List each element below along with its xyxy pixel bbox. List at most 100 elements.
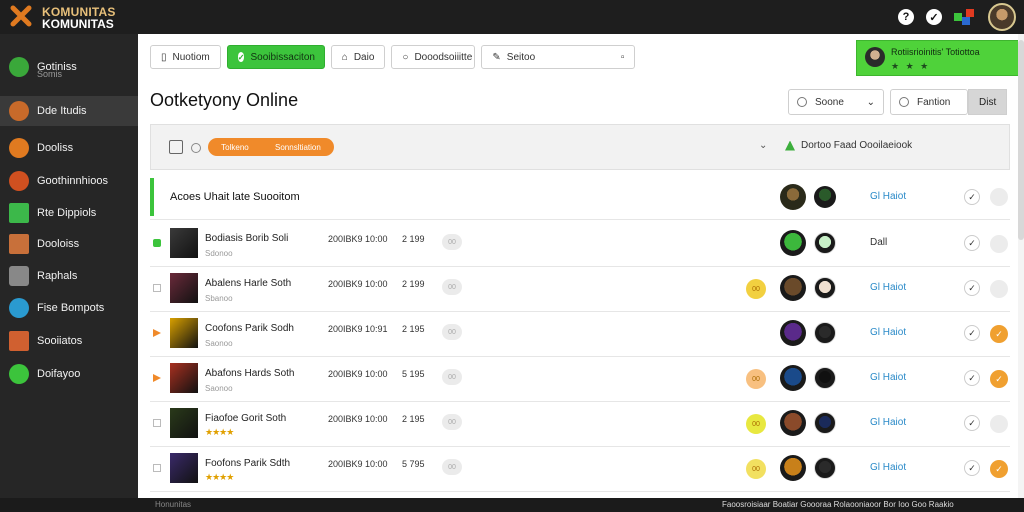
row-link[interactable]: Dall (870, 237, 887, 248)
scroll-thumb[interactable] (1018, 40, 1024, 240)
avatar[interactable] (814, 232, 836, 254)
check-icon[interactable]: ✓ (964, 189, 980, 205)
top-bar: KOMUNITAS KOMUNITAS ? ✓ (0, 0, 1024, 34)
row-tag[interactable]: 00 (442, 459, 462, 475)
sidebar-item-2[interactable]: Dooliss (0, 133, 138, 163)
check-icon[interactable]: ✓ (964, 235, 980, 251)
sidebar-item-5[interactable]: Dooloiss (0, 229, 138, 259)
header-link[interactable]: Gl Haiot (870, 191, 906, 202)
tab-label: Dooodsoiiitte (414, 51, 473, 63)
action-icon[interactable] (990, 415, 1008, 433)
more-icon[interactable] (990, 188, 1008, 206)
row-link[interactable]: Gl Haiot (870, 417, 906, 428)
sidebar-item-label: Dooloiss (37, 238, 80, 250)
sort-select[interactable]: Soone ⌄ (788, 89, 884, 115)
avatar[interactable] (814, 277, 836, 299)
avatar[interactable] (814, 322, 836, 344)
tab-1[interactable]: ✓ Sooibissaciton (226, 45, 325, 69)
avatar[interactable] (814, 457, 836, 479)
chevron-down-icon: ⌄ (866, 96, 875, 108)
avatar[interactable] (780, 275, 806, 301)
book-icon: ▯ (161, 51, 167, 63)
tab-0[interactable]: ▯ Nuotiom (150, 45, 221, 69)
table-row[interactable]: Fiaofoe Gorit Soth ★★★★ 200IBK9 10:00 2 195… (150, 402, 1010, 447)
avatar[interactable] (780, 230, 806, 256)
main-content: ▯ Nuotiom ✓ Sooibissaciton ⌂ Daio ○ Dooo… (138, 34, 1024, 498)
flag-icon[interactable] (954, 9, 976, 25)
row-name[interactable]: Foofons Parik Sdth (205, 458, 290, 469)
row-tag[interactable]: 00 (442, 234, 462, 250)
row-name[interactable]: Abafons Hards Soth (205, 368, 295, 379)
sidebar-item-6[interactable]: Raphals (0, 261, 138, 291)
question-icon[interactable]: ? (898, 9, 914, 25)
sort-label: Dortoo Faad Oooilaeiook (801, 140, 913, 151)
footer-links[interactable]: Faoosroisiaar Boatiar Goooraa Rolaooniao… (722, 500, 954, 509)
avatar[interactable] (780, 455, 806, 481)
image-icon (9, 331, 29, 351)
check-icon[interactable]: ✓ (964, 370, 980, 386)
notification-banner[interactable]: Rotiisrioinitis' Totiottoa ★ ★ ★ (856, 40, 1024, 76)
sidebar-item-label: Sooiiatos (37, 335, 83, 347)
row-name[interactable]: Coofons Parik Sodh (205, 323, 294, 334)
action-icon[interactable] (990, 280, 1008, 298)
avatar[interactable] (780, 365, 806, 391)
check-icon[interactable]: ✓ (964, 280, 980, 296)
filter-checkbox[interactable] (169, 140, 183, 154)
sidebar-item-0[interactable]: Gotiniss (0, 50, 138, 84)
avatar[interactable] (780, 410, 806, 436)
row-tag[interactable]: 00 (442, 279, 462, 295)
avatar[interactable] (814, 367, 836, 389)
sidebar-item-3[interactable]: Goothinnhioos (0, 166, 138, 196)
check-icon[interactable]: ✓ (964, 415, 980, 431)
action-icon[interactable]: ✓ (990, 325, 1008, 343)
action-icon[interactable]: ✓ (990, 460, 1008, 478)
row-link[interactable]: Gl Haiot (870, 462, 906, 473)
check-icon[interactable]: ✓ (964, 460, 980, 476)
row-date: 200IBK9 10:91 (328, 324, 388, 334)
tab-2[interactable]: ⌂ Daio (330, 45, 386, 69)
row-tag[interactable]: 00 (442, 414, 462, 430)
search-button[interactable]: Dist (968, 89, 1008, 115)
action-icon[interactable]: ✓ (990, 370, 1008, 388)
tab-4[interactable]: ✎ Seitoo ▫ (481, 45, 636, 69)
check-icon[interactable]: ✓ (964, 325, 980, 341)
row-link[interactable]: Gl Haiot (870, 372, 906, 383)
checkbox[interactable] (153, 464, 161, 472)
help-icon[interactable]: ✓ (926, 9, 942, 25)
checkbox[interactable] (153, 419, 161, 427)
tab-label: Seitoo (506, 51, 536, 63)
row-tag[interactable]: 00 (442, 369, 462, 385)
filter-radio[interactable] (191, 143, 201, 153)
row-name[interactable]: Abalens Harle Soth (205, 278, 291, 289)
user-avatar[interactable] (988, 3, 1016, 31)
search-input[interactable]: Fantion (890, 89, 968, 115)
row-tag[interactable]: 00 (442, 324, 462, 340)
table-row[interactable]: Foofons Parik Sdth ★★★★ 200IBK9 10:00 5 795… (150, 447, 1010, 492)
sidebar-item-8[interactable]: Sooiiatos (0, 326, 138, 356)
game-icon (9, 138, 29, 158)
avatar[interactable] (780, 320, 806, 346)
sidebar-item-9[interactable]: Doifayoo (0, 359, 138, 389)
filter-chip[interactable]: Tolkeno Sonnsltiation (208, 138, 334, 156)
row-link[interactable]: Gl Haiot (870, 282, 906, 293)
chevron-down-icon[interactable]: ⌄ (759, 140, 767, 151)
row-name[interactable]: Bodiasis Borib Soli (205, 233, 288, 244)
sidebar-item-1[interactable]: Dde Itudis (0, 96, 138, 126)
chart-icon (9, 203, 29, 223)
sort-control[interactable]: Dortoo Faad Oooilaeiook (785, 140, 912, 151)
row-sub: Saonoo (205, 384, 233, 393)
sidebar-item-7[interactable]: Fise Bompots (0, 293, 138, 323)
row-name[interactable]: Fiaofoe Gorit Soth (205, 413, 286, 424)
scrollbar[interactable] (1018, 34, 1024, 498)
action-icon[interactable] (990, 235, 1008, 253)
tab-3[interactable]: ○ Dooodsoiiitte (391, 45, 476, 69)
row-link[interactable]: Gl Haiot (870, 327, 906, 338)
table-row[interactable]: Coofons Parik Sodh Saonoo 200IBK9 10:91 2 1… (150, 312, 1010, 357)
avatar[interactable] (814, 412, 836, 434)
table-row[interactable]: Abafons Hards Soth Saonoo 200IBK9 10:00 5 1… (150, 357, 1010, 402)
logo[interactable]: KOMUNITAS KOMUNITAS (10, 3, 140, 31)
table-row[interactable]: Bodiasis Borib Soli Sdonoo 200IBK9 10:00 2 … (150, 222, 1010, 267)
checkbox[interactable] (153, 284, 161, 292)
table-row[interactable]: Abalens Harle Soth Sbanoo 200IBK9 10:00 2 1… (150, 267, 1010, 312)
sidebar-item-4[interactable]: Rte Dippiols (0, 198, 138, 228)
